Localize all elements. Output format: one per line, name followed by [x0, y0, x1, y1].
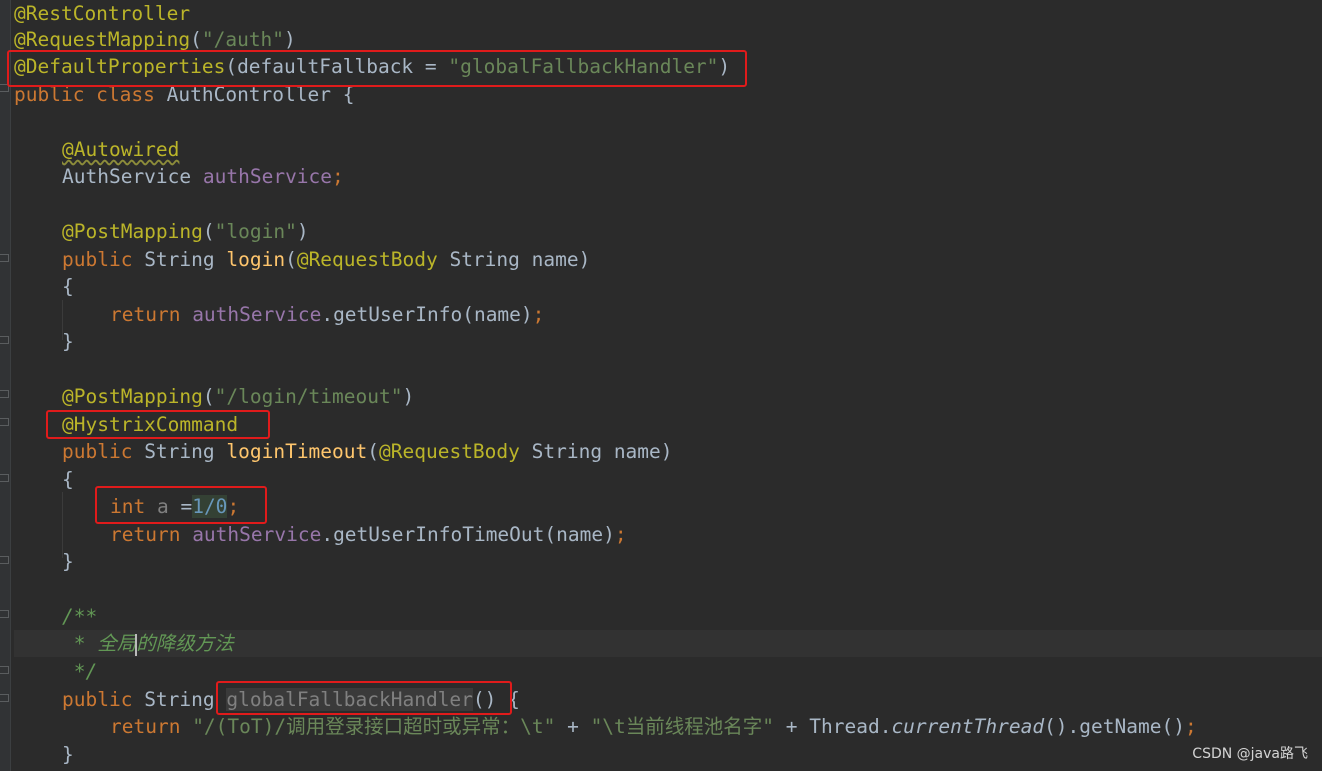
string-literal: "/(ToT)/调用登录接口超时或异常：\t": [192, 715, 556, 738]
code-line-23: /**: [14, 603, 1322, 630]
code-line-28: }: [14, 741, 1322, 768]
token: (: [202, 220, 215, 243]
string-literal: "\t当前线程池名字": [590, 715, 775, 738]
code-line-6: @Autowired: [14, 136, 1322, 163]
code-line-21: }: [14, 548, 1322, 575]
fold-marker[interactable]: [0, 254, 9, 262]
code-line-13: }: [14, 328, 1322, 355]
annotation-rest-controller: @RestController: [14, 2, 191, 25]
code-line-1: @RestController: [14, 0, 1322, 27]
token: ;: [614, 523, 627, 546]
type-name: String: [144, 688, 227, 711]
code-line-27: return "/(ToT)/调用登录接口超时或异常：\t" + "\t当前线程…: [14, 713, 1322, 740]
type-name: String: [144, 248, 227, 271]
keyword: public: [62, 440, 145, 463]
type-name: AuthService: [62, 165, 203, 188]
doc-comment: * 全局: [62, 632, 137, 655]
highlight-box-hystrix-command: [46, 410, 270, 439]
method-call: currentThread: [891, 715, 1045, 738]
code-line-12: return authService.getUserInfo(name);: [14, 301, 1322, 328]
code-line-10: public String login(@RequestBody String …: [14, 246, 1322, 273]
code-line-11: {: [14, 273, 1322, 300]
doc-comment: */: [62, 660, 98, 683]
token: ;: [332, 165, 344, 188]
fold-marker[interactable]: [0, 694, 9, 702]
code-line-20: return authService.getUserInfoTimeOut(na…: [14, 521, 1322, 548]
string-literal: "login": [214, 220, 297, 243]
code-line-7: AuthService authService;: [14, 163, 1322, 190]
code-line-17: public String loginTimeout(@RequestBody …: [14, 438, 1322, 465]
token: (: [202, 385, 215, 408]
fold-marker[interactable]: [0, 418, 9, 426]
token: {: [62, 275, 74, 298]
code-line-2: @RequestMapping("/auth"): [14, 26, 1322, 53]
fold-marker[interactable]: [0, 474, 9, 482]
annotation-autowired: @Autowired: [62, 138, 180, 161]
code-line-15: @PostMapping("/login/timeout"): [14, 383, 1322, 410]
annotation-post-mapping: @PostMapping: [62, 220, 203, 243]
highlight-box-int-division: [95, 486, 267, 524]
token: .getUserInfoTimeOut(name): [321, 523, 615, 546]
highlight-box-default-properties: [7, 50, 747, 87]
code-line-25: */: [14, 658, 1322, 685]
annotation-request-body: @RequestBody: [379, 440, 532, 463]
token: ;: [532, 303, 545, 326]
doc-comment: /**: [62, 605, 98, 628]
token: }: [62, 550, 74, 573]
keyword: return: [110, 523, 193, 546]
code-line-26: public String globalFallbackHandler() {: [14, 686, 1322, 713]
annotation-request-mapping: @RequestMapping: [14, 28, 191, 51]
token: (: [190, 28, 202, 51]
token: ): [284, 28, 296, 51]
method-name: loginTimeout: [226, 440, 368, 463]
token: + Thread.: [774, 715, 892, 738]
method-name: login: [226, 248, 286, 271]
watermark: CSDN @java路飞: [1192, 746, 1308, 762]
keyword: return: [110, 303, 193, 326]
field-name: authService: [192, 523, 322, 546]
token: +: [555, 715, 591, 738]
field-name: authService: [192, 303, 322, 326]
field-name: authService: [202, 165, 333, 188]
token: ;: [1184, 715, 1197, 738]
fold-marker[interactable]: [0, 666, 9, 674]
keyword: public: [62, 688, 145, 711]
token: ): [402, 385, 415, 408]
fold-marker[interactable]: [0, 610, 9, 618]
keyword: public: [62, 248, 145, 271]
doc-comment: 的降级方法: [136, 632, 234, 655]
fold-marker[interactable]: [0, 336, 9, 344]
fold-marker[interactable]: [0, 556, 9, 564]
token: ): [296, 220, 309, 243]
fold-marker[interactable]: [0, 390, 9, 398]
token: ().getName(): [1044, 715, 1185, 738]
token: .getUserInfo(name): [321, 303, 533, 326]
annotation-post-mapping: @PostMapping: [62, 385, 203, 408]
token: String name): [449, 248, 591, 271]
code-editor[interactable]: @RestController @RequestMapping("/auth")…: [14, 0, 1322, 771]
token: (: [367, 440, 380, 463]
editor-gutter: [0, 0, 11, 771]
token: (: [285, 248, 297, 271]
string-literal: "/auth": [201, 28, 285, 51]
token: }: [62, 743, 74, 766]
keyword: return: [110, 715, 193, 738]
string-literal: "/login/timeout": [214, 385, 403, 408]
code-line-24: * 全局的降级方法: [14, 630, 1322, 657]
annotation-request-body: @RequestBody: [296, 248, 450, 271]
token: }: [62, 330, 74, 353]
type-name: String: [144, 440, 227, 463]
code-line-9: @PostMapping("login"): [14, 218, 1322, 245]
highlight-box-fallback-method: [216, 681, 512, 715]
token: String name): [531, 440, 673, 463]
token: {: [62, 468, 74, 491]
